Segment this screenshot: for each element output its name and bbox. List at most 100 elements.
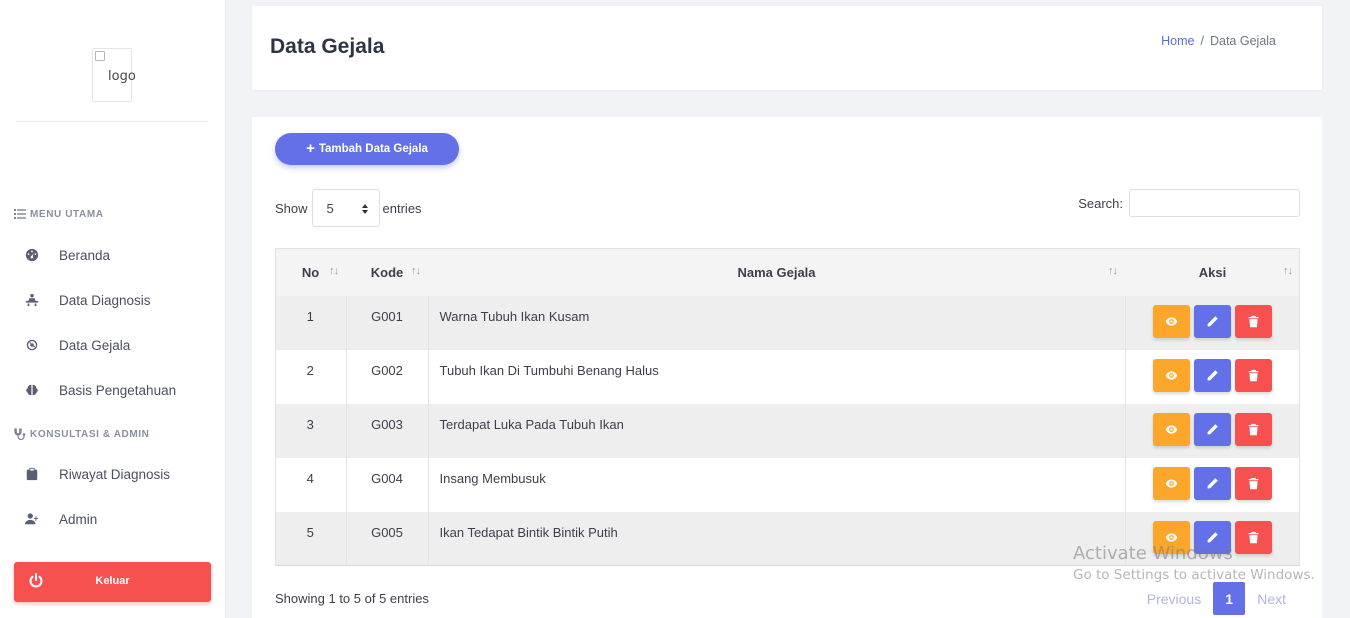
breadcrumb-current: Data Gejala [1209,34,1276,48]
edit-button[interactable] [1194,466,1232,500]
eye-icon [1166,424,1178,434]
view-button[interactable] [1153,466,1191,500]
sidebar-item-data-gejala[interactable]: Data Gejala [24,330,214,360]
table-row: 5 G005 Ikan Tedapat Bintik Bintik Putih [275,511,1300,566]
table-row: 4 G004 Insang Membusuk [275,457,1300,512]
sort-icon: ↑↓ [1283,265,1293,277]
logout-button[interactable]: Keluar [14,562,211,602]
delete-button[interactable] [1235,466,1273,500]
delete-button[interactable] [1235,520,1273,554]
sidebar-item-label: Beranda [59,247,111,263]
broken-image-icon [95,51,105,61]
delete-button[interactable] [1235,412,1273,446]
pagination-next[interactable]: Next [1245,582,1298,615]
section-konsultasi-admin: KONSULTASI & ADMIN [14,428,150,440]
sidebar-item-beranda[interactable]: Beranda [24,240,214,270]
section-label: MENU UTAMA [30,208,104,220]
edit-button[interactable] [1194,520,1232,554]
search-control: Search: [1078,189,1300,217]
page-title: Data Gejala [270,35,385,58]
select-arrows-icon [361,204,368,214]
section-menu-utama: MENU UTAMA [14,208,104,220]
trash-icon [1248,531,1259,543]
column-header-nama-gejala[interactable]: Nama Gejala ↑↓ [428,248,1125,296]
pagination: Previous 1 Next [1135,582,1298,615]
edit-button[interactable] [1194,304,1232,338]
delete-button[interactable] [1235,358,1273,392]
cell-actions [1125,512,1300,566]
entries-length-control: Show 5 entries [275,189,422,227]
eye-icon [1166,478,1178,488]
cell-no: 3 [275,403,347,458]
sidebar-item-label: Data Gejala [59,337,131,353]
logout-label: Keluar [95,575,130,587]
column-header-no[interactable]: No ↑↓ [275,248,346,296]
plus-icon: + [306,139,315,157]
eye-icon [1166,316,1178,326]
dashboard-icon [24,247,40,263]
entries-select[interactable]: 5 [311,189,380,227]
pencil-icon [1207,423,1219,434]
user-plus-icon [24,511,40,527]
sidebar-item-label: Riwayat Diagnosis [59,466,171,482]
column-header-kode[interactable]: Kode ↑↓ [346,248,428,296]
sidebar-item-label: Admin [59,511,98,527]
cell-no: 1 [275,295,347,350]
pagination-page-current[interactable]: 1 [1213,582,1246,615]
breadcrumb-separator: / [1200,34,1204,48]
sidebar: logo MENU UTAMA Beranda Data Diagnosis D… [0,0,226,618]
sidebar-item-label: Data Diagnosis [59,292,151,308]
eye-icon [1166,370,1178,380]
pagination-previous[interactable]: Previous [1135,582,1213,615]
trash-icon [1248,369,1259,381]
diagnosis-icon [24,292,40,308]
cell-kode: G005 [346,511,429,566]
cell-actions [1125,350,1300,404]
trash-icon [1248,315,1259,327]
edit-button[interactable] [1194,412,1232,446]
brain-icon [24,382,40,398]
cell-nama-gejala: Ikan Tedapat Bintik Bintik Putih [428,511,1126,566]
sidebar-item-label: Basis Pengetahuan [59,382,177,398]
cell-kode: G001 [346,295,429,350]
search-label: Search: [1078,195,1123,211]
cell-actions [1125,404,1300,458]
add-gejala-button[interactable]: + Tambah Data Gejala [275,133,459,165]
cell-nama-gejala: Tubuh Ikan Di Tumbuhi Benang Halus [428,349,1126,404]
cell-no: 2 [275,349,347,404]
pencil-icon [1207,315,1219,326]
table-info: Showing 1 to 5 of 5 entries [275,591,429,606]
cell-no: 5 [275,511,347,566]
cell-kode: G002 [346,349,429,404]
view-button[interactable] [1153,520,1191,554]
sidebar-item-riwayat-diagnosis[interactable]: Riwayat Diagnosis [24,459,214,489]
column-header-aksi[interactable]: Aksi ↑↓ [1125,248,1300,296]
entries-select-value: 5 [326,201,334,216]
view-button[interactable] [1153,358,1191,392]
pencil-icon [1207,531,1219,542]
table-row: 1 G001 Warna Tubuh Ikan Kusam [275,295,1300,350]
gejala-table: No ↑↓ Kode ↑↓ Nama Gejala ↑↓ Aksi ↑↓ 1 G001 … [275,248,1300,566]
search-input[interactable] [1129,189,1300,217]
sidebar-item-data-diagnosis[interactable]: Data Diagnosis [24,285,214,315]
logo: logo [92,48,136,102]
edit-button[interactable] [1194,358,1232,392]
table-row: 3 G003 Terdapat Luka Pada Tubuh Ikan [275,403,1300,458]
cell-actions [1125,458,1300,512]
section-label: KONSULTASI & ADMIN [30,428,150,440]
stethoscope-icon [14,428,26,440]
logo-alt-text: logo [108,69,136,84]
breadcrumb-home-link[interactable]: Home [1161,34,1194,48]
delete-button[interactable] [1235,304,1273,338]
view-button[interactable] [1153,412,1191,446]
view-button[interactable] [1153,304,1191,338]
sort-icon: ↑↓ [329,265,339,277]
cell-actions [1125,296,1300,350]
sidebar-item-admin[interactable]: Admin [24,504,214,534]
sidebar-item-basis-pengetahuan[interactable]: Basis Pengetahuan [24,375,214,405]
show-label: Show [275,200,308,216]
entries-label: entries [382,200,422,216]
eye-icon [1166,532,1178,542]
cell-nama-gejala: Terdapat Luka Pada Tubuh Ikan [428,403,1126,458]
add-button-label: Tambah Data Gejala [318,143,428,155]
